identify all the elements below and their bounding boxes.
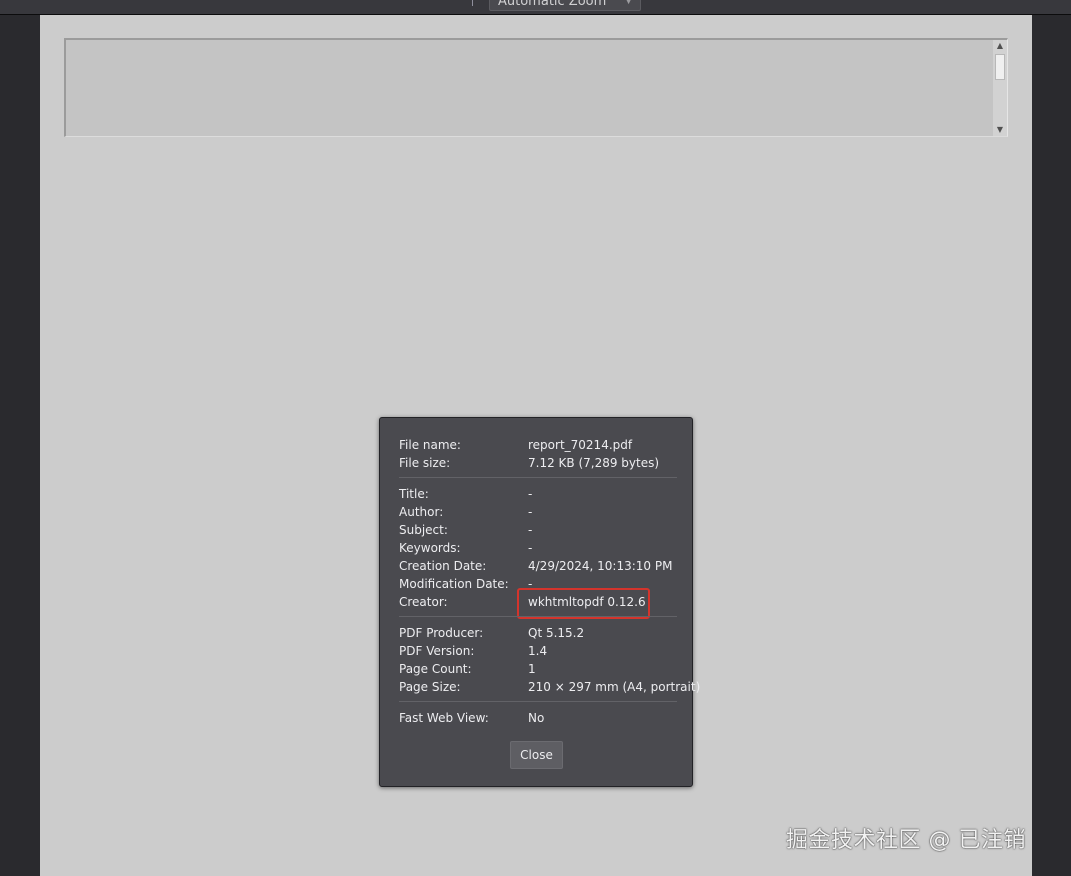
frame-scrollbar[interactable]: ▲ ▼: [993, 40, 1007, 136]
property-row-file-size: File size: 7.12 KB (7,289 bytes): [399, 454, 677, 472]
property-label: PDF Version:: [399, 644, 475, 658]
file-info-section: File name: report_70214.pdf File size: 7…: [399, 436, 677, 472]
toolbar-separator: [472, 0, 473, 6]
property-value: 4/29/2024, 10:13:10 PM: [528, 559, 673, 573]
property-value: 1: [528, 662, 536, 676]
section-divider: [399, 616, 677, 617]
property-value: 1.4: [528, 644, 548, 658]
property-row-pdf-producer: PDF Producer: Qt 5.15.2: [399, 624, 677, 642]
property-label: PDF Producer:: [399, 626, 484, 640]
zoom-select[interactable]: Automatic Zoom ▼: [489, 0, 641, 11]
property-label: Title:: [399, 487, 429, 501]
property-row-creation-date: Creation Date: 4/29/2024, 10:13:10 PM: [399, 557, 677, 575]
property-value: -: [528, 505, 533, 519]
property-value: Qt 5.15.2: [528, 626, 585, 640]
property-value: -: [528, 487, 533, 501]
property-label: Subject:: [399, 523, 448, 537]
property-row-page-count: Page Count: 1: [399, 660, 677, 678]
watermark-text: 掘金技术社区 @ 已注销: [786, 828, 1026, 853]
property-value: 7.12 KB (7,289 bytes): [528, 456, 660, 470]
property-label: File name:: [399, 438, 461, 452]
property-label: Creation Date:: [399, 559, 487, 573]
scroll-thumb[interactable]: [995, 54, 1005, 80]
property-label: Modification Date:: [399, 577, 509, 591]
chevron-down-icon: ▼: [625, 0, 632, 6]
property-label: Keywords:: [399, 541, 461, 555]
property-row-page-size: Page Size: 210 × 297 mm (A4, portrait): [399, 678, 700, 696]
web-info-section: Fast Web View: No: [399, 709, 677, 727]
property-value: -: [528, 523, 533, 537]
creator-highlight-box: [517, 588, 650, 619]
scroll-up-arrow-icon[interactable]: ▲: [993, 40, 1007, 52]
property-value: report_70214.pdf: [528, 438, 633, 452]
property-row-keywords: Keywords: -: [399, 539, 677, 557]
property-row-pdf-version: PDF Version: 1.4: [399, 642, 677, 660]
property-value: No: [528, 711, 545, 725]
property-label: File size:: [399, 456, 451, 470]
property-row-file-name: File name: report_70214.pdf: [399, 436, 677, 454]
property-value: -: [528, 541, 533, 555]
property-row-fast-web-view: Fast Web View: No: [399, 709, 677, 727]
scroll-down-arrow-icon[interactable]: ▼: [993, 124, 1007, 136]
property-label: Creator:: [399, 595, 448, 609]
property-row-author: Author: -: [399, 503, 677, 521]
property-row-subject: Subject: -: [399, 521, 677, 539]
embedded-frame[interactable]: ▲ ▼: [64, 38, 1008, 137]
section-divider: [399, 477, 677, 478]
pdf-viewer: Automatic Zoom ▼ ▲ ▼ File name: report_7…: [0, 0, 1071, 876]
section-divider: [399, 701, 677, 702]
property-label: Page Count:: [399, 662, 472, 676]
pdf-info-section: PDF Producer: Qt 5.15.2 PDF Version: 1.4…: [399, 624, 700, 696]
property-row-title: Title: -: [399, 485, 677, 503]
property-value: 210 × 297 mm (A4, portrait): [528, 680, 701, 694]
document-properties-dialog: File name: report_70214.pdf File size: 7…: [379, 417, 700, 787]
close-button[interactable]: Close: [510, 741, 563, 769]
property-label: Page Size:: [399, 680, 461, 694]
property-label: Author:: [399, 505, 444, 519]
toolbar: Automatic Zoom ▼: [0, 0, 1071, 15]
zoom-select-value: Automatic Zoom: [498, 0, 607, 9]
property-label: Fast Web View:: [399, 711, 489, 725]
